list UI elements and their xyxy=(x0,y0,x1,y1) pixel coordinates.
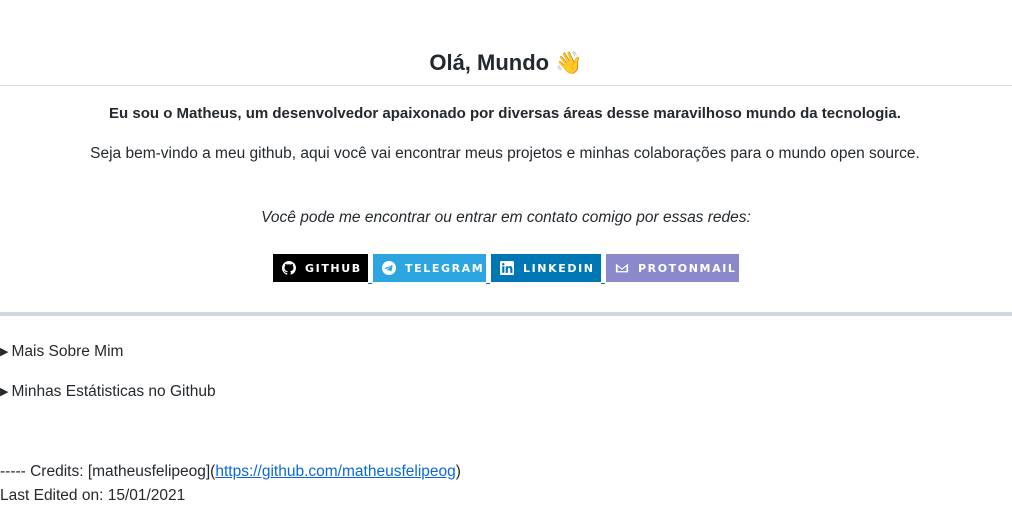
details-more-about-me[interactable]: ▶ Mais Sobre Mim xyxy=(0,342,123,363)
page-title: Olá, Mundo 👋 xyxy=(0,48,1012,78)
linkedin-badge[interactable]: LINKEDIN xyxy=(491,254,601,282)
github-icon xyxy=(282,261,296,275)
telegram-badge[interactable]: TELEGRAM xyxy=(373,254,486,282)
title-text: Olá, Mundo xyxy=(429,50,550,75)
intro-bold-text: Eu sou o Matheus, um desenvolvedor apaix… xyxy=(109,105,901,122)
protonmail-badge-label: PROTONMAIL xyxy=(638,261,737,275)
waving-hand-icon: 👋 xyxy=(555,50,583,75)
protonmail-icon xyxy=(615,261,629,275)
details-summary-label: Minhas Estátisticas no Github xyxy=(11,383,216,400)
link-underline xyxy=(368,283,372,284)
github-badge[interactable]: GITHUB xyxy=(273,254,368,282)
last-edited-text: Last Edited on: 15/01/2021 xyxy=(0,487,186,504)
telegram-badge-label: TELEGRAM xyxy=(405,261,485,275)
link-underline xyxy=(486,283,490,284)
credits-line: ----- Credits: [matheusfelipeog](https:/… xyxy=(0,462,461,482)
contact-text: Você pode me encontrar ou entrar em cont… xyxy=(261,209,751,226)
details-summary-label: Mais Sobre Mim xyxy=(11,343,124,360)
github-badge-label: GITHUB xyxy=(305,261,362,275)
credits-link[interactable]: https://github.com/matheusfelipeog xyxy=(215,463,455,480)
title-divider xyxy=(0,85,1012,86)
linkedin-icon xyxy=(500,261,514,275)
intro-welcome-text: Seja bem-vindo a meu github, aqui você v… xyxy=(90,145,920,162)
telegram-icon xyxy=(382,261,396,275)
disclosure-triangle-icon: ▶ xyxy=(0,346,9,358)
details-github-stats[interactable]: ▶ Minhas Estátisticas no Github xyxy=(0,382,216,403)
protonmail-badge[interactable]: PROTONMAIL xyxy=(606,254,739,282)
credits-prefix: ----- Credits: [matheusfelipeog]( xyxy=(0,463,216,480)
disclosure-triangle-icon: ▶ xyxy=(0,386,9,398)
linkedin-badge-label: LINKEDIN xyxy=(523,261,595,275)
credits-suffix: ) xyxy=(455,463,461,480)
link-underline xyxy=(601,283,605,284)
section-divider xyxy=(0,312,1012,316)
